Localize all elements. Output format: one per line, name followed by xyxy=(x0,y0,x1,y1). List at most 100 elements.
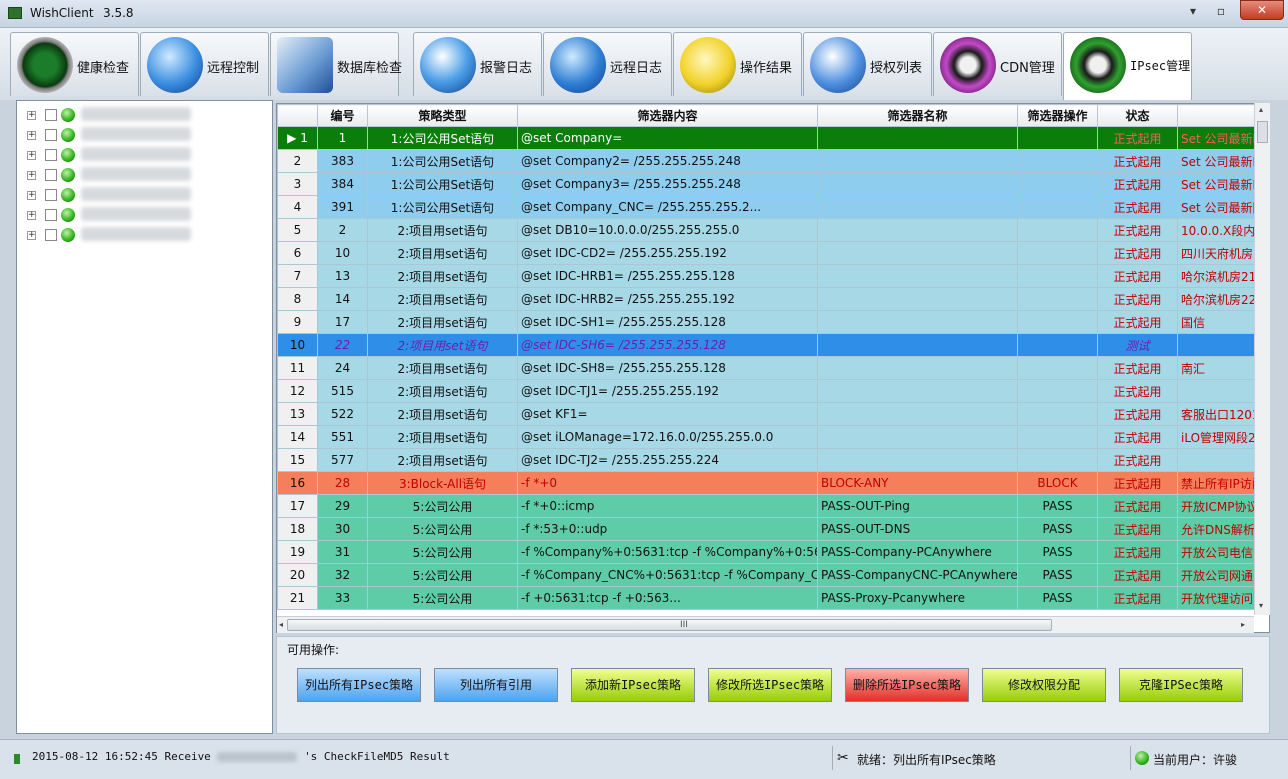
table-row[interactable]: 2 383 1:公司公用Set语句 @set Company2= /255.255.2… xyxy=(277,149,1264,173)
cell-id[interactable]: 551 xyxy=(317,425,368,449)
cell-filter-action[interactable] xyxy=(1017,402,1098,426)
scroll-thumb[interactable] xyxy=(1257,121,1268,143)
scroll-thumb[interactable]: III xyxy=(287,619,1052,631)
cell-filter-content[interactable]: @set IDC-SH1= /255.255.255.128 xyxy=(517,310,818,334)
cell-description[interactable]: 四川天府机房 xyxy=(1177,241,1264,265)
cell-policy-type[interactable]: 5:公司公用 xyxy=(367,540,518,564)
cell-description[interactable]: 开放代理访问 xyxy=(1177,586,1264,610)
cell-filter-content[interactable]: @set DB10=10.0.0.0/255.255.255.0 xyxy=(517,218,818,242)
cell-id[interactable]: 14 xyxy=(317,287,368,311)
cell-policy-type[interactable]: 2:项目用set语句 xyxy=(367,264,518,288)
cell-filter-name[interactable] xyxy=(817,333,1018,357)
list-all-policies-button[interactable]: 列出所有IPsec策略 xyxy=(297,668,421,702)
cell-id[interactable]: 28 xyxy=(317,471,368,495)
cell-filter-content[interactable]: -f %Company_CNC%+0:5631:tcp -f %Company_… xyxy=(517,563,818,587)
table-row[interactable]: 7 13 2:项目用set语句 @set IDC-HRB1= /255.255.255… xyxy=(277,264,1264,288)
tab-operation-result[interactable]: 操作结果 xyxy=(673,32,802,96)
col-header-filter-content[interactable]: 筛选器内容 xyxy=(517,104,818,127)
cell-rownum[interactable]: 18 xyxy=(277,517,318,541)
cell-rownum[interactable]: 7 xyxy=(277,264,318,288)
tree-checkbox[interactable] xyxy=(45,209,57,221)
cell-filter-content[interactable]: @set IDC-CD2= /255.255.255.192 xyxy=(517,241,818,265)
cell-policy-type[interactable]: 2:项目用set语句 xyxy=(367,379,518,403)
cell-rownum[interactable]: 6 xyxy=(277,241,318,265)
edit-permissions-button[interactable]: 修改权限分配 xyxy=(982,668,1106,702)
cell-rownum[interactable]: 15 xyxy=(277,448,318,472)
cell-filter-action[interactable] xyxy=(1017,218,1098,242)
cell-id[interactable]: 33 xyxy=(317,586,368,610)
cell-status[interactable]: 正式起用 xyxy=(1097,126,1178,150)
cell-description[interactable]: 10.0.0.X段内网 xyxy=(1177,218,1264,242)
cell-status[interactable]: 正式起用 xyxy=(1097,494,1178,518)
cell-filter-name[interactable] xyxy=(817,448,1018,472)
cell-rownum[interactable]: 5 xyxy=(277,218,318,242)
cell-policy-type[interactable]: 2:项目用set语句 xyxy=(367,218,518,242)
cell-description[interactable]: 国信 xyxy=(1177,310,1264,334)
table-row[interactable]: 3 384 1:公司公用Set语句 @set Company3= /255.255.2… xyxy=(277,172,1264,196)
cell-description[interactable]: 开放ICMP协议 xyxy=(1177,494,1264,518)
cell-filter-action[interactable] xyxy=(1017,333,1098,357)
table-row[interactable]: 21 33 5:公司公用 -f +0:5631:tcp -f +0:563... PAS… xyxy=(277,586,1264,610)
table-row[interactable]: 20 32 5:公司公用 -f %Company_CNC%+0:5631:tcp -f… xyxy=(277,563,1264,587)
cell-filter-action[interactable] xyxy=(1017,195,1098,219)
cell-filter-action[interactable]: PASS xyxy=(1017,586,1098,610)
cell-status[interactable]: 正式起用 xyxy=(1097,448,1178,472)
cell-filter-name[interactable] xyxy=(817,149,1018,173)
cell-filter-action[interactable] xyxy=(1017,172,1098,196)
cell-description[interactable]: 哈尔滨机房21 xyxy=(1177,264,1264,288)
close-button[interactable]: ✕ xyxy=(1240,0,1284,20)
cell-policy-type[interactable]: 1:公司公用Set语句 xyxy=(367,126,518,150)
cell-status[interactable]: 正式起用 xyxy=(1097,149,1178,173)
table-row[interactable]: 17 29 5:公司公用 -f *+0::icmp PASS-OUT-Ping PASS 正… xyxy=(277,494,1264,518)
cell-description[interactable]: Set 公司最新网 xyxy=(1177,195,1264,219)
cell-filter-action[interactable]: BLOCK xyxy=(1017,471,1098,495)
cell-id[interactable]: 515 xyxy=(317,379,368,403)
scroll-down-icon[interactable]: ▾ xyxy=(1259,601,1263,610)
cell-policy-type[interactable]: 2:项目用set语句 xyxy=(367,310,518,334)
cell-filter-name[interactable]: PASS-Proxy-Pcanywhere xyxy=(817,586,1018,610)
cell-policy-type[interactable]: 2:项目用set语句 xyxy=(367,333,518,357)
cell-description[interactable]: 开放公司网通 xyxy=(1177,563,1264,587)
expand-icon[interactable]: + xyxy=(27,211,36,220)
cell-id[interactable]: 522 xyxy=(317,402,368,426)
cell-id[interactable]: 32 xyxy=(317,563,368,587)
cell-id[interactable]: 29 xyxy=(317,494,368,518)
cell-filter-name[interactable] xyxy=(817,287,1018,311)
cell-description[interactable]: 开放公司电信 xyxy=(1177,540,1264,564)
cell-filter-name[interactable] xyxy=(817,172,1018,196)
tab-authorization-list[interactable]: 授权列表 xyxy=(803,32,932,96)
cell-filter-content[interactable]: -f %Company%+0:5631:tcp -f %Company%+0:5… xyxy=(517,540,818,564)
col-header-rownum[interactable] xyxy=(277,104,318,127)
table-row[interactable]: 19 31 5:公司公用 -f %Company%+0:5631:tcp -f %Co… xyxy=(277,540,1264,564)
table-row[interactable]: 16 28 3:Block-All语句 -f *+0 BLOCK-ANY BLOCK 正式起… xyxy=(277,471,1264,495)
cell-filter-content[interactable]: @set Company_CNC= /255.255.255.2... xyxy=(517,195,818,219)
minimize-button[interactable]: ▾ xyxy=(1182,2,1204,20)
cell-filter-name[interactable] xyxy=(817,241,1018,265)
tab-cdn-management[interactable]: CDN管理 xyxy=(933,32,1062,96)
cell-filter-name[interactable]: BLOCK-ANY xyxy=(817,471,1018,495)
cell-policy-type[interactable]: 1:公司公用Set语句 xyxy=(367,172,518,196)
cell-description[interactable]: iLO管理网段2 xyxy=(1177,425,1264,449)
expand-icon[interactable]: + xyxy=(27,191,36,200)
cell-description[interactable] xyxy=(1177,379,1264,403)
cell-description[interactable]: Set 公司最新IP xyxy=(1177,126,1264,150)
table-row[interactable]: 11 24 2:项目用set语句 @set IDC-SH8= /255.255.255… xyxy=(277,356,1264,380)
table-row[interactable]: ▶ 1 1 1:公司公用Set语句 @set Company= 正式起用 Set 公司最新… xyxy=(277,126,1264,150)
cell-filter-action[interactable]: PASS xyxy=(1017,494,1098,518)
expand-icon[interactable]: + xyxy=(27,231,36,240)
cell-rownum[interactable]: 9 xyxy=(277,310,318,334)
cell-id[interactable]: 22 xyxy=(317,333,368,357)
cell-policy-type[interactable]: 5:公司公用 xyxy=(367,586,518,610)
scroll-up-icon[interactable]: ▴ xyxy=(1259,105,1263,114)
cell-filter-action[interactable] xyxy=(1017,126,1098,150)
cell-filter-action[interactable] xyxy=(1017,287,1098,311)
cell-status[interactable]: 正式起用 xyxy=(1097,195,1178,219)
cell-rownum[interactable]: 21 xyxy=(277,586,318,610)
cell-filter-name[interactable]: PASS-CompanyCNC-PCAnywhere xyxy=(817,563,1018,587)
cell-rownum[interactable]: 20 xyxy=(277,563,318,587)
cell-status[interactable]: 正式起用 xyxy=(1097,218,1178,242)
cell-status[interactable]: 测试 xyxy=(1097,333,1178,357)
cell-id[interactable]: 30 xyxy=(317,517,368,541)
cell-filter-content[interactable]: @set IDC-HRB1= /255.255.255.128 xyxy=(517,264,818,288)
cell-filter-content[interactable]: @set Company2= /255.255.255.248 xyxy=(517,149,818,173)
